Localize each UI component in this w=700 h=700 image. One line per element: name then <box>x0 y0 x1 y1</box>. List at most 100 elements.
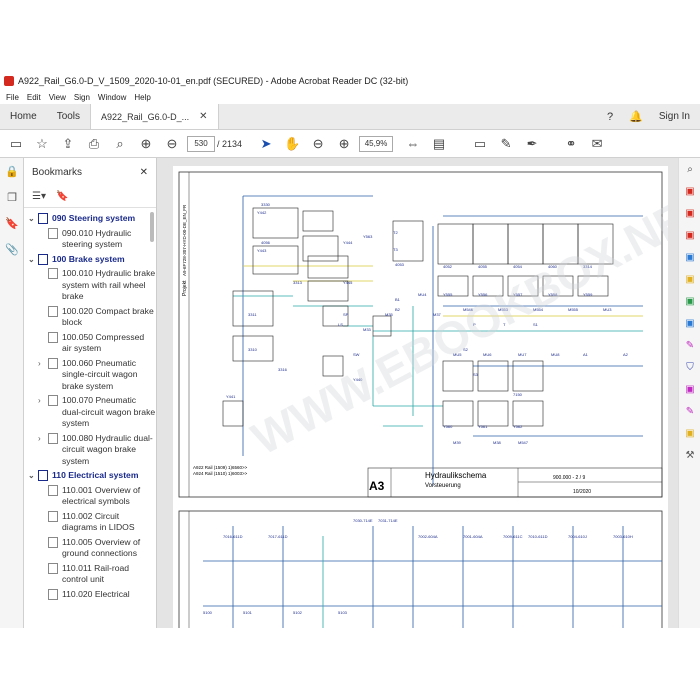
menu-edit[interactable]: Edit <box>27 93 41 102</box>
help-icon[interactable]: ? <box>607 111 613 123</box>
export-pdf-icon[interactable]: ▣ <box>679 246 700 268</box>
chevron-right-icon[interactable]: › <box>38 395 48 407</box>
page-up-icon[interactable]: ⊕ <box>136 134 156 154</box>
document-viewer[interactable]: 3330 4056 3313 3311 3310 3316 4053 4052 4055 4054… <box>157 158 678 628</box>
circuit-label: 7010-611D <box>528 534 548 539</box>
chevron-down-icon[interactable]: ⌄ <box>28 213 38 225</box>
menu-window[interactable]: Window <box>98 93 126 102</box>
print-icon[interactable]: ⎙ <box>84 134 104 154</box>
scan-ocr-icon[interactable]: ▣ <box>679 378 700 400</box>
sign-in-link[interactable]: Sign In <box>659 111 690 122</box>
fit-page-icon[interactable]: ⇔ <box>403 134 423 154</box>
component-label: Y562 <box>513 424 523 429</box>
create-pdf-icon[interactable]: ▣ <box>679 180 700 202</box>
sign-icon[interactable]: ✒ <box>522 134 542 154</box>
stamp-icon[interactable]: ▣ <box>679 422 700 444</box>
select-cursor-icon[interactable]: ➤ <box>256 134 276 154</box>
component-label: A2 <box>623 352 629 357</box>
bookmark-item[interactable]: 100.010 Hydraulic brake system with rail… <box>24 268 156 303</box>
share-link-icon[interactable]: ⚭ <box>561 134 581 154</box>
component-label: Y445 <box>343 280 353 285</box>
page-number-input[interactable]: 530 <box>187 135 215 152</box>
tab-document[interactable]: A922_Rail_G6.0-D_... ✕ <box>90 104 219 129</box>
comment-icon[interactable]: ▭ <box>470 134 490 154</box>
page-down-icon[interactable]: ⊖ <box>162 134 182 154</box>
bookmark-star-icon[interactable]: ☆ <box>32 134 52 154</box>
combine-files-icon[interactable]: ▣ <box>679 202 700 224</box>
bookmark-item[interactable]: 110.005 Overview of ground connections <box>24 536 156 560</box>
search-icon[interactable]: ⌕ <box>110 134 130 154</box>
add-bookmark-icon[interactable]: 🔖 <box>56 191 68 202</box>
component-label: 3330 <box>261 202 271 207</box>
pages-icon[interactable]: ❐ <box>0 184 24 210</box>
close-tab-icon[interactable]: ✕ <box>199 111 207 122</box>
bookmark-item[interactable]: ⌄ 110 Electrical system <box>24 470 156 482</box>
bookmark-page-icon <box>38 470 48 481</box>
component-label: Y441 <box>226 394 236 399</box>
component-label: Y560 <box>443 424 453 429</box>
bookmark-page-icon <box>48 562 58 574</box>
chevron-right-icon[interactable]: › <box>38 358 48 370</box>
bookmark-page-icon <box>48 395 58 406</box>
component-label: Y555 <box>443 292 453 297</box>
chevron-right-icon[interactable]: › <box>38 433 48 445</box>
bookmark-item[interactable]: 100.050 Compressed air system <box>24 331 156 355</box>
options-menu-icon[interactable]: ☰▾ <box>32 191 46 202</box>
bookmark-panel-icon[interactable]: 🔖 <box>0 210 24 236</box>
tab-home[interactable]: Home <box>0 104 47 129</box>
menu-sign[interactable]: Sign <box>74 93 90 102</box>
upload-icon[interactable]: ⇪ <box>58 134 78 154</box>
bookmark-item[interactable]: › 100.070 Pneumatic dual-circuit wagon br… <box>24 395 156 430</box>
bookmarks-title: Bookmarks <box>32 166 83 178</box>
bookmark-item[interactable]: ⌄ 090 Steering system <box>24 213 156 225</box>
bookmark-item[interactable]: 100.020 Compact brake block <box>24 305 156 329</box>
notifications-icon[interactable]: 🔔 <box>629 110 643 123</box>
bookmark-item[interactable]: 110.020 Electrical <box>24 588 156 601</box>
fill-sign-icon[interactable]: ✎ <box>679 334 700 356</box>
component-label: MU4 <box>418 292 427 297</box>
sign-tool-icon[interactable]: ✎ <box>679 400 700 422</box>
bookmark-item[interactable]: › 100.060 Pneumatic single-circuit wagon … <box>24 357 156 393</box>
menu-file[interactable]: File <box>6 93 19 102</box>
component-label: 4056 <box>261 240 271 245</box>
chevron-down-icon[interactable]: ⌄ <box>28 254 38 266</box>
more-tools-icon[interactable]: ⚒ <box>679 444 700 466</box>
highlight-icon[interactable]: ✎ <box>496 134 516 154</box>
bookmark-label: 090 Steering system <box>52 213 136 223</box>
circuit-label: 7030-714E <box>353 518 373 523</box>
bookmark-item[interactable]: 110.002 Circuit diagrams in LIDOS <box>24 510 156 534</box>
lock-icon[interactable]: 🔒 <box>0 158 24 184</box>
email-icon[interactable]: ✉ <box>587 134 607 154</box>
valve-symbol <box>512 360 544 392</box>
send-review-icon[interactable]: ▣ <box>679 312 700 334</box>
edit-pdf-icon[interactable]: ▣ <box>679 224 700 246</box>
hand-tool-icon[interactable]: ✋ <box>282 134 302 154</box>
component-label: M555 <box>568 307 579 312</box>
protect-icon[interactable]: ⛉ <box>679 356 700 378</box>
attachments-icon[interactable]: 📎 <box>0 236 24 262</box>
zoom-out-icon[interactable]: ⊖ <box>308 134 328 154</box>
close-panel-icon[interactable]: ✕ <box>140 167 148 178</box>
tab-bar: Home Tools A922_Rail_G6.0-D_... ✕ ? 🔔 Si… <box>0 104 700 130</box>
component-label: M547 <box>518 440 529 445</box>
bookmark-item[interactable]: 110.011 Rail-road control unit <box>24 562 156 586</box>
menu-help[interactable]: Help <box>134 93 150 102</box>
comment-tool-icon[interactable]: ▣ <box>679 268 700 290</box>
search-tool-icon[interactable]: ⌕ <box>679 158 700 180</box>
component-label: Y563 <box>363 234 373 239</box>
chevron-down-icon[interactable]: ⌄ <box>28 470 38 482</box>
save-icon[interactable]: ▭ <box>6 134 26 154</box>
bookmark-item[interactable]: ⌄ 100 Brake system <box>24 253 156 266</box>
drawing-number: 900.000 - 2 / 9 <box>553 475 585 481</box>
organize-pages-icon[interactable]: ▣ <box>679 290 700 312</box>
zoom-in-icon[interactable]: ⊕ <box>334 134 354 154</box>
tab-tools[interactable]: Tools <box>47 104 90 129</box>
zoom-level-select[interactable]: 45,9% <box>359 135 394 152</box>
scroll-mode-icon[interactable]: ▤ <box>429 134 449 154</box>
bookmark-item[interactable]: 090.010 Hydraulic steering system <box>24 227 156 251</box>
right-tools-pane: ⌕ ▣ ▣ ▣ ▣ ▣ ▣ ▣ ✎ ⛉ ▣ ✎ ▣ ⚒ <box>678 158 700 628</box>
bookmark-item[interactable]: 110.001 Overview of electrical symbols <box>24 484 156 508</box>
bookmarks-scrollbar[interactable] <box>150 212 154 242</box>
menu-view[interactable]: View <box>49 93 66 102</box>
bookmark-item[interactable]: › 100.080 Hydraulic dual-circuit wagon br… <box>24 432 156 468</box>
